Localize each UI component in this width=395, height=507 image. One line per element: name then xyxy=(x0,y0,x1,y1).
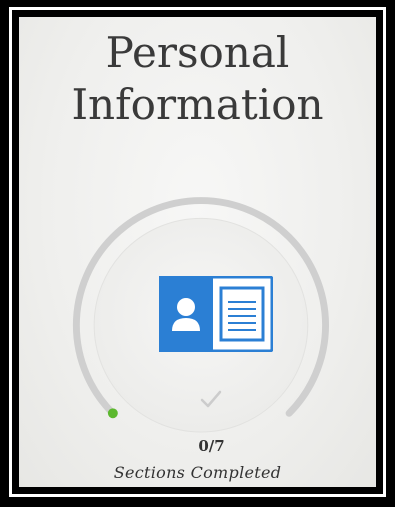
progress-label: Sections Completed xyxy=(113,463,282,482)
outer-frame: Personal Information 0/7 Sections Comple… xyxy=(0,0,395,507)
id-card-icon xyxy=(159,276,273,352)
inner-border: Personal Information 0/7 Sections Comple… xyxy=(15,13,380,491)
progress-start-dot xyxy=(107,408,118,419)
progress-count: 0/7 xyxy=(198,437,225,455)
progress-ring xyxy=(72,197,329,433)
checkmark-icon xyxy=(200,390,222,408)
personal-information-tile[interactable]: Personal Information 0/7 Sections Comple… xyxy=(19,17,376,487)
white-border: Personal Information 0/7 Sections Comple… xyxy=(9,7,386,497)
